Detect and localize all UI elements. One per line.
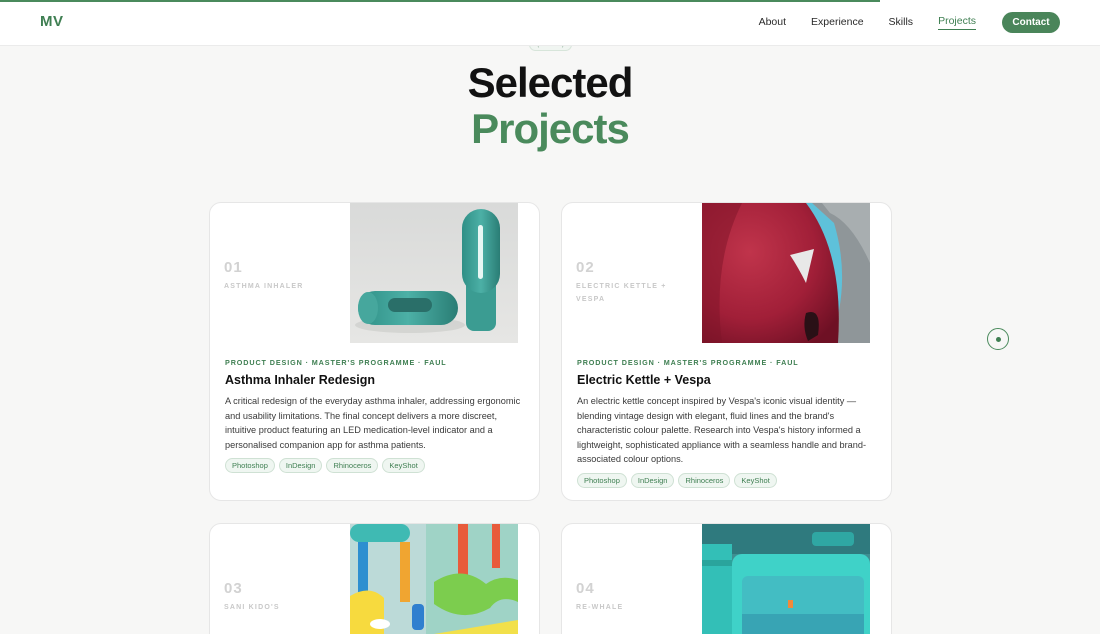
project-card-re-whale[interactable]: 04 Re-Whale	[561, 523, 892, 634]
nav-link-experience[interactable]: Experience	[811, 16, 864, 30]
nav-links: About Experience Skills Projects Contact	[734, 12, 1060, 33]
project-description: A critical redesign of the everyday asth…	[225, 396, 521, 450]
tag-keyshot[interactable]: KeyShot	[382, 458, 425, 473]
project-number: 03	[224, 580, 243, 597]
section-heading: Selected Projects	[0, 60, 1100, 152]
project-image-sani-kidos	[350, 524, 518, 634]
contact-button[interactable]: Contact	[1002, 12, 1060, 33]
tag-list: Photoshop InDesign Rhinoceros KeyShot	[577, 472, 873, 488]
project-card-asthma-inhaler[interactable]: 01 Asthma Inhaler	[209, 202, 540, 501]
project-title: Electric Kettle + Vespa	[577, 373, 711, 387]
project-meta: PRODUCT DESIGN · MASTER'S PROGRAMME · FA…	[577, 358, 799, 367]
tag-rhinoceros[interactable]: Rhinoceros	[326, 458, 379, 473]
nav-link-projects[interactable]: Projects	[938, 15, 976, 30]
project-short-name: Asthma Inhaler	[224, 283, 304, 290]
project-card-kettle-vespa[interactable]: 02 Electric Kettle + Vespa PRODUCT DESIG…	[561, 202, 892, 501]
project-image-kettle	[702, 203, 870, 343]
nav-link-about[interactable]: About	[759, 16, 786, 30]
heading-line-selected: Selected	[467, 59, 634, 106]
project-image-re-whale	[702, 524, 870, 634]
project-number: 04	[576, 580, 595, 597]
site-logo[interactable]: MV	[40, 13, 64, 30]
nav-link-skills[interactable]: Skills	[889, 16, 914, 30]
tag-photoshop[interactable]: Photoshop	[225, 458, 275, 473]
project-image-inhaler	[350, 203, 518, 343]
project-card-sani-kidos[interactable]: 03 Sani Kido's	[209, 523, 540, 634]
project-short-name: Sani Kido's	[224, 604, 280, 611]
top-navigation: MV About Experience Skills Projects Cont…	[0, 0, 1100, 46]
project-meta: PRODUCT DESIGN · MASTER'S PROGRAMME · FA…	[225, 358, 447, 367]
tag-keyshot[interactable]: KeyShot	[734, 472, 777, 488]
heading-line-projects: Projects	[471, 105, 630, 152]
project-number: 01	[224, 259, 243, 276]
tag-indesign[interactable]: InDesign	[630, 472, 675, 488]
tag-indesign[interactable]: InDesign	[278, 458, 323, 473]
project-short-name: Electric Kettle + Vespa	[576, 283, 667, 303]
project-short-name: Re-Whale	[576, 604, 624, 611]
tag-rhinoceros[interactable]: Rhinoceros	[678, 472, 731, 488]
scroll-dot-icon	[995, 336, 1001, 342]
project-title: Asthma Inhaler Redesign	[225, 373, 376, 387]
project-number: 02	[576, 259, 595, 276]
scroll-progress-fill	[0, 0, 880, 2]
tag-list: Photoshop InDesign Rhinoceros KeyShot	[225, 458, 521, 473]
scroll-indicator-button[interactable]	[987, 328, 1009, 350]
project-description: An electric kettle concept inspired by V…	[577, 396, 867, 464]
scroll-progress-bar	[0, 0, 1100, 2]
tag-photoshop[interactable]: Photoshop	[577, 472, 627, 488]
